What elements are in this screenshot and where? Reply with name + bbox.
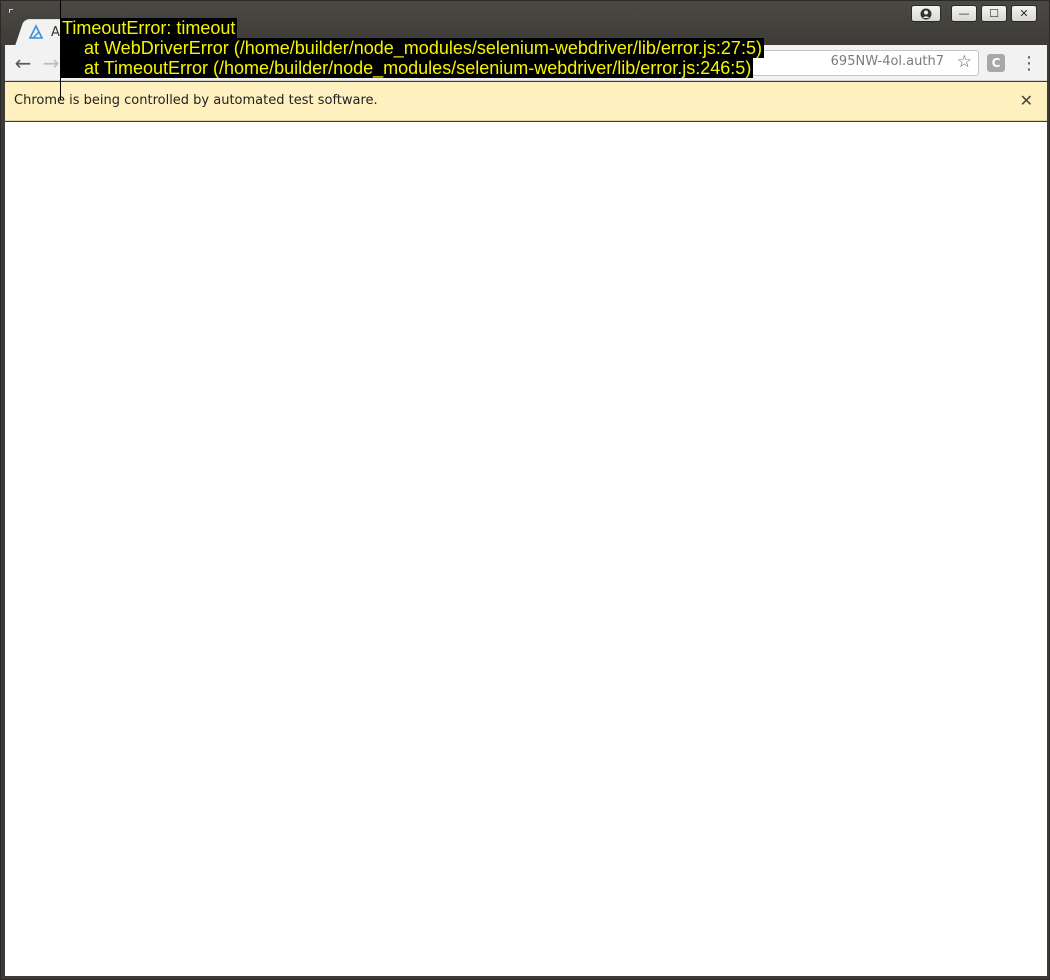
infobar-close-icon[interactable]: ✕ <box>1020 91 1033 110</box>
minimize-button[interactable]: — <box>951 5 977 22</box>
error-stack-line: at WebDriverError (/home/builder/node_mo… <box>60 38 764 58</box>
tab-title: A <box>51 24 60 40</box>
page-viewport <box>5 122 1047 976</box>
browser-window: A — ☐ ✕ ← → 695NW-4ol.auth7 ☆ C ⋮ Chrome… <box>0 0 1050 980</box>
window-menu-icon[interactable] <box>9 9 13 13</box>
back-button[interactable]: ← <box>11 51 35 75</box>
close-window-button[interactable]: ✕ <box>1011 5 1037 22</box>
browser-menu-icon[interactable]: ⋮ <box>1019 51 1039 75</box>
extension-icon[interactable]: C <box>987 54 1005 72</box>
profile-icon <box>920 8 932 19</box>
address-bar-url: 695NW-4ol.auth7 <box>830 54 944 69</box>
error-overlay: TimeoutError: timeout at WebDriverError … <box>60 18 764 78</box>
error-stack-line: at TimeoutError (/home/builder/node_modu… <box>60 58 754 78</box>
error-title: TimeoutError: timeout <box>60 18 238 38</box>
profile-button[interactable] <box>911 5 941 22</box>
automation-infobar: Chrome is being controlled by automated … <box>5 82 1047 121</box>
infobar-message: Chrome is being controlled by automated … <box>14 93 378 108</box>
bookmark-star-icon[interactable]: ☆ <box>957 52 972 72</box>
window-controls: — ☐ ✕ <box>911 5 1037 22</box>
tab-content[interactable]: A <box>27 21 60 43</box>
app-logo-icon <box>28 24 44 39</box>
maximize-button[interactable]: ☐ <box>981 5 1007 22</box>
